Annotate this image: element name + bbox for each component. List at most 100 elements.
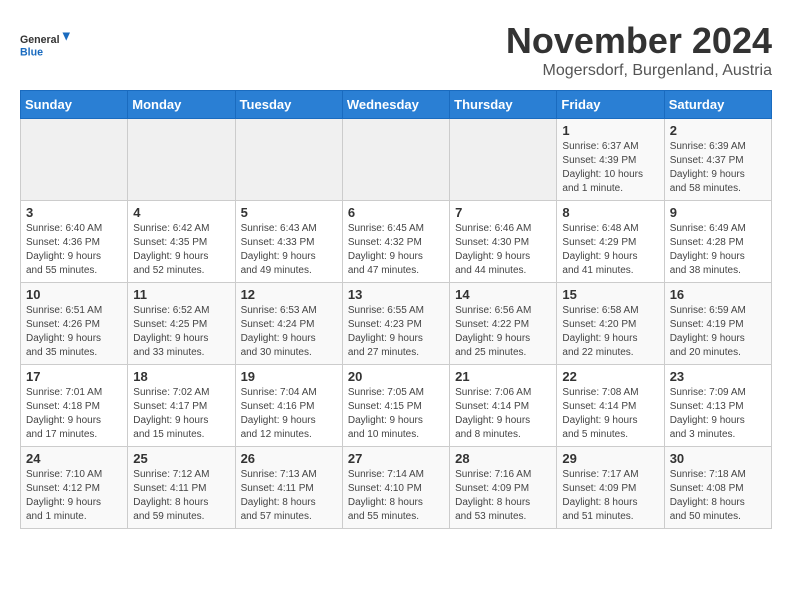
day-number: 15 — [562, 287, 658, 302]
day-info: Sunrise: 6:53 AM Sunset: 4:24 PM Dayligh… — [241, 304, 337, 360]
column-header-sunday: Sunday — [21, 91, 128, 119]
day-number: 9 — [670, 205, 766, 220]
calendar-cell: 26 Sunrise: 7:13 AM Sunset: 4:11 PM Dayli… — [235, 447, 342, 529]
day-number: 24 — [26, 451, 122, 466]
week-row-4: 17Sunrise: 7:01 AM Sunset: 4:18 PM Dayli… — [21, 365, 772, 447]
day-number: 25 — [133, 451, 229, 466]
day-number: 12 — [241, 287, 337, 302]
week-row-1: 1Sunrise: 6:37 AM Sunset: 4:39 PM Daylig… — [21, 119, 772, 201]
calendar-cell: 1Sunrise: 6:37 AM Sunset: 4:39 PM Daylig… — [557, 119, 664, 201]
column-header-saturday: Saturday — [664, 91, 771, 119]
calendar-cell: 13 Sunrise: 6:55 AM Sunset: 4:23 PM Dayli… — [342, 283, 449, 365]
calendar-cell: 22Sunrise: 7:08 AM Sunset: 4:14 PM Dayli… — [557, 365, 664, 447]
day-number: 29 — [562, 451, 658, 466]
calendar-cell — [235, 119, 342, 201]
day-number: 26 — [241, 451, 337, 466]
column-header-friday: Friday — [557, 91, 664, 119]
day-info: Sunrise: 6:39 AM Sunset: 4:37 PM Dayligh… — [670, 140, 766, 196]
calendar-cell: 21 Sunrise: 7:06 AM Sunset: 4:14 PM Dayli… — [450, 365, 557, 447]
day-info: Sunrise: 6:46 AM Sunset: 4:30 PM Dayligh… — [455, 222, 551, 278]
day-info: Sunrise: 7:06 AM Sunset: 4:14 PM Dayligh… — [455, 386, 551, 442]
day-info: Sunrise: 6:56 AM Sunset: 4:22 PM Dayligh… — [455, 304, 551, 360]
day-info: Sunrise: 7:13 AM Sunset: 4:11 PM Dayligh… — [241, 468, 337, 524]
calendar-cell: 7 Sunrise: 6:46 AM Sunset: 4:30 PM Daylig… — [450, 201, 557, 283]
calendar-cell: 11 Sunrise: 6:52 AM Sunset: 4:25 PM Dayli… — [128, 283, 235, 365]
calendar-cell: 30 Sunrise: 7:18 AM Sunset: 4:08 PM Dayli… — [664, 447, 771, 529]
day-info: Sunrise: 6:49 AM Sunset: 4:28 PM Dayligh… — [670, 222, 766, 278]
column-header-thursday: Thursday — [450, 91, 557, 119]
day-info: Sunrise: 6:42 AM Sunset: 4:35 PM Dayligh… — [133, 222, 229, 278]
calendar-cell — [21, 119, 128, 201]
day-number: 20 — [348, 369, 444, 384]
calendar-cell: 9 Sunrise: 6:49 AM Sunset: 4:28 PM Daylig… — [664, 201, 771, 283]
day-info: Sunrise: 7:04 AM Sunset: 4:16 PM Dayligh… — [241, 386, 337, 442]
calendar-cell: 16Sunrise: 6:59 AM Sunset: 4:19 PM Dayli… — [664, 283, 771, 365]
logo-svg: General Blue — [20, 20, 70, 70]
column-header-wednesday: Wednesday — [342, 91, 449, 119]
day-number: 21 — [455, 369, 551, 384]
calendar-cell — [450, 119, 557, 201]
calendar-cell: 23 Sunrise: 7:09 AM Sunset: 4:13 PM Dayli… — [664, 365, 771, 447]
day-number: 23 — [670, 369, 766, 384]
calendar-cell: 14 Sunrise: 6:56 AM Sunset: 4:22 PM Dayli… — [450, 283, 557, 365]
logo: General Blue — [20, 20, 70, 70]
week-row-5: 24Sunrise: 7:10 AM Sunset: 4:12 PM Dayli… — [21, 447, 772, 529]
calendar-cell: 20Sunrise: 7:05 AM Sunset: 4:15 PM Dayli… — [342, 365, 449, 447]
day-info: Sunrise: 6:51 AM Sunset: 4:26 PM Dayligh… — [26, 304, 122, 360]
calendar-cell: 5Sunrise: 6:43 AM Sunset: 4:33 PM Daylig… — [235, 201, 342, 283]
day-info: Sunrise: 7:12 AM Sunset: 4:11 PM Dayligh… — [133, 468, 229, 524]
day-number: 11 — [133, 287, 229, 302]
day-number: 22 — [562, 369, 658, 384]
week-row-2: 3Sunrise: 6:40 AM Sunset: 4:36 PM Daylig… — [21, 201, 772, 283]
day-number: 2 — [670, 123, 766, 138]
calendar-table: SundayMondayTuesdayWednesdayThursdayFrid… — [20, 90, 772, 529]
month-title: November 2024 — [506, 20, 772, 62]
day-info: Sunrise: 6:59 AM Sunset: 4:19 PM Dayligh… — [670, 304, 766, 360]
day-number: 27 — [348, 451, 444, 466]
day-number: 7 — [455, 205, 551, 220]
day-info: Sunrise: 6:48 AM Sunset: 4:29 PM Dayligh… — [562, 222, 658, 278]
calendar-cell — [342, 119, 449, 201]
day-info: Sunrise: 7:09 AM Sunset: 4:13 PM Dayligh… — [670, 386, 766, 442]
day-info: Sunrise: 7:18 AM Sunset: 4:08 PM Dayligh… — [670, 468, 766, 524]
day-info: Sunrise: 6:37 AM Sunset: 4:39 PM Dayligh… — [562, 140, 658, 196]
calendar-cell: 15 Sunrise: 6:58 AM Sunset: 4:20 PM Dayli… — [557, 283, 664, 365]
calendar-cell: 27 Sunrise: 7:14 AM Sunset: 4:10 PM Dayli… — [342, 447, 449, 529]
column-header-tuesday: Tuesday — [235, 91, 342, 119]
page-header: General Blue November 2024 Mogersdorf, B… — [20, 20, 772, 80]
day-number: 6 — [348, 205, 444, 220]
day-info: Sunrise: 7:16 AM Sunset: 4:09 PM Dayligh… — [455, 468, 551, 524]
calendar-header-row: SundayMondayTuesdayWednesdayThursdayFrid… — [21, 91, 772, 119]
day-number: 4 — [133, 205, 229, 220]
day-number: 28 — [455, 451, 551, 466]
calendar-cell: 6Sunrise: 6:45 AM Sunset: 4:32 PM Daylig… — [342, 201, 449, 283]
calendar-cell: 24Sunrise: 7:10 AM Sunset: 4:12 PM Dayli… — [21, 447, 128, 529]
calendar-cell: 19Sunrise: 7:04 AM Sunset: 4:16 PM Dayli… — [235, 365, 342, 447]
svg-text:Blue: Blue — [20, 47, 43, 59]
day-info: Sunrise: 6:58 AM Sunset: 4:20 PM Dayligh… — [562, 304, 658, 360]
calendar-cell: 4 Sunrise: 6:42 AM Sunset: 4:35 PM Daylig… — [128, 201, 235, 283]
day-number: 10 — [26, 287, 122, 302]
calendar-cell: 8Sunrise: 6:48 AM Sunset: 4:29 PM Daylig… — [557, 201, 664, 283]
day-number: 13 — [348, 287, 444, 302]
column-header-monday: Monday — [128, 91, 235, 119]
day-number: 5 — [241, 205, 337, 220]
calendar-cell: 28 Sunrise: 7:16 AM Sunset: 4:09 PM Dayli… — [450, 447, 557, 529]
day-number: 30 — [670, 451, 766, 466]
calendar-cell: 29 Sunrise: 7:17 AM Sunset: 4:09 PM Dayli… — [557, 447, 664, 529]
day-info: Sunrise: 7:14 AM Sunset: 4:10 PM Dayligh… — [348, 468, 444, 524]
day-number: 3 — [26, 205, 122, 220]
calendar-cell: 25 Sunrise: 7:12 AM Sunset: 4:11 PM Dayli… — [128, 447, 235, 529]
svg-text:General: General — [20, 34, 60, 46]
day-info: Sunrise: 7:02 AM Sunset: 4:17 PM Dayligh… — [133, 386, 229, 442]
day-number: 17 — [26, 369, 122, 384]
day-info: Sunrise: 7:17 AM Sunset: 4:09 PM Dayligh… — [562, 468, 658, 524]
day-number: 14 — [455, 287, 551, 302]
calendar-cell — [128, 119, 235, 201]
calendar-cell: 17Sunrise: 7:01 AM Sunset: 4:18 PM Dayli… — [21, 365, 128, 447]
calendar-cell: 2 Sunrise: 6:39 AM Sunset: 4:37 PM Daylig… — [664, 119, 771, 201]
day-info: Sunrise: 6:52 AM Sunset: 4:25 PM Dayligh… — [133, 304, 229, 360]
calendar-cell: 3Sunrise: 6:40 AM Sunset: 4:36 PM Daylig… — [21, 201, 128, 283]
day-info: Sunrise: 6:55 AM Sunset: 4:23 PM Dayligh… — [348, 304, 444, 360]
calendar-body: 1Sunrise: 6:37 AM Sunset: 4:39 PM Daylig… — [21, 119, 772, 529]
